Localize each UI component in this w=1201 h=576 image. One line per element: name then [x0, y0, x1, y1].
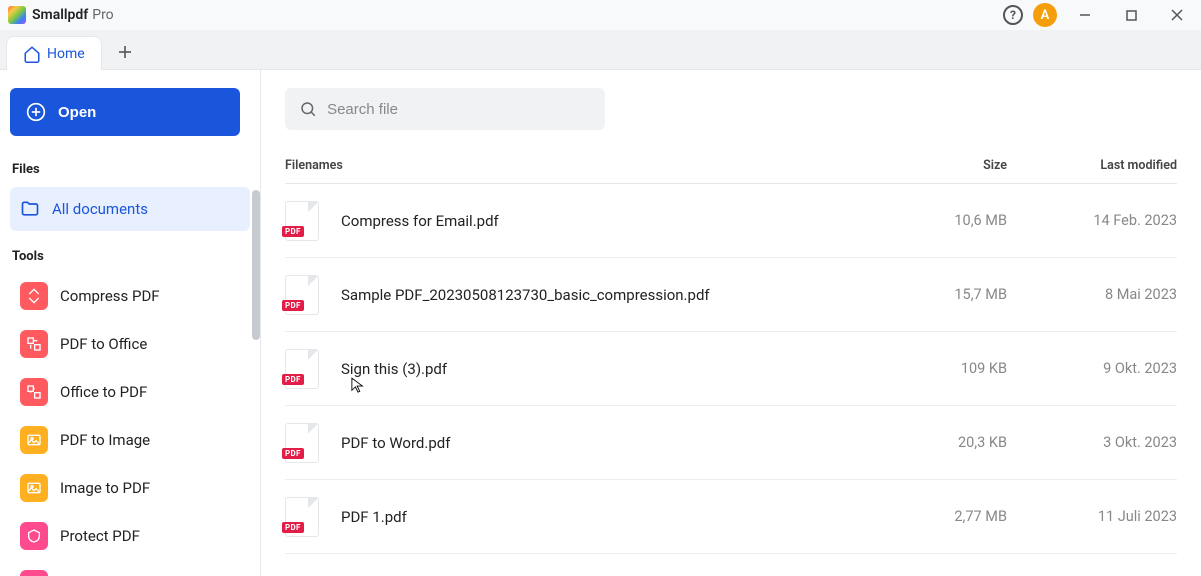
cursor-icon — [351, 376, 365, 396]
search-box[interactable] — [285, 88, 605, 130]
open-button[interactable]: Open — [10, 88, 240, 136]
table-row[interactable]: PDF Sample PDF_20230508123730_basic_comp… — [285, 258, 1177, 332]
tool-label: Office to PDF — [60, 383, 147, 401]
file-date: 14 Feb. 2023 — [1007, 212, 1177, 229]
section-files-label: Files — [10, 158, 250, 187]
compress-icon — [20, 282, 48, 310]
table-row[interactable]: PDF PDF to Word.pdf 20,3 KB 3 Okt. 2023 — [285, 406, 1177, 480]
tool-label: PDF to Office — [60, 335, 147, 353]
file-name: Sample PDF_20230508123730_basic_compress… — [341, 286, 877, 304]
tab-bar: Home — [0, 30, 1201, 70]
app-name: Smallpdf — [32, 7, 88, 23]
unlock-icon — [20, 570, 48, 576]
app-logo-icon — [8, 6, 26, 24]
table-row[interactable]: PDF Compress for Email.pdf 10,6 MB 14 Fe… — [285, 184, 1177, 258]
content-area: Filenames Size Last modified PDF Compres… — [261, 70, 1201, 576]
file-date: 11 Juli 2023 — [1007, 508, 1177, 525]
search-icon — [299, 99, 317, 119]
tab-label: Home — [47, 46, 85, 62]
image-to-pdf-icon — [20, 474, 48, 502]
file-name: Sign this (3).pdf — [341, 360, 877, 378]
pdf-file-icon: PDF — [285, 201, 319, 241]
tool-pdf-to-office[interactable]: PDF to Office — [10, 322, 250, 366]
column-filenames[interactable]: Filenames — [285, 158, 877, 173]
file-size: 10,6 MB — [877, 212, 1007, 229]
column-size[interactable]: Size — [877, 158, 1007, 173]
file-size: 2,77 MB — [877, 508, 1007, 525]
pdf-to-office-icon — [20, 330, 48, 358]
app-edition: Pro — [92, 7, 113, 23]
search-input[interactable] — [327, 101, 591, 118]
file-date: 3 Okt. 2023 — [1007, 434, 1177, 451]
tool-image-to-pdf[interactable]: Image to PDF — [10, 466, 250, 510]
tool-label: Protect PDF — [60, 527, 140, 545]
office-to-pdf-icon — [20, 378, 48, 406]
pdf-to-image-icon — [20, 426, 48, 454]
column-last-modified[interactable]: Last modified — [1007, 158, 1177, 173]
pdf-file-icon: PDF — [285, 275, 319, 315]
window-minimize-button[interactable] — [1067, 1, 1103, 29]
file-size: 20,3 KB — [877, 434, 1007, 451]
file-name: PDF 1.pdf — [341, 508, 877, 526]
sidebar: Open Files All documents Tools Compress … — [0, 70, 261, 576]
sidebar-scrollbar[interactable] — [252, 190, 260, 340]
file-size: 109 KB — [877, 360, 1007, 377]
sidebar-item-label: All documents — [52, 200, 148, 218]
protect-icon — [20, 522, 48, 550]
tool-pdf-to-image[interactable]: PDF to Image — [10, 418, 250, 462]
tab-home[interactable]: Home — [6, 36, 102, 70]
tool-unlock-pdf[interactable]: Unlock PDF — [10, 562, 250, 576]
window-maximize-button[interactable] — [1113, 1, 1149, 29]
pdf-file-icon: PDF — [285, 349, 319, 389]
file-name: PDF to Word.pdf — [341, 434, 877, 452]
table-header: Filenames Size Last modified — [285, 158, 1177, 184]
avatar[interactable]: A — [1033, 3, 1057, 27]
help-icon[interactable]: ? — [1003, 5, 1023, 25]
new-tab-button[interactable] — [108, 35, 142, 69]
app-title: Smallpdf Pro — [32, 7, 114, 23]
open-button-label: Open — [58, 104, 96, 121]
section-tools-label: Tools — [10, 245, 250, 274]
tool-protect-pdf[interactable]: Protect PDF — [10, 514, 250, 558]
pdf-file-icon: PDF — [285, 497, 319, 537]
tool-label: Image to PDF — [60, 479, 150, 497]
sidebar-item-all-documents[interactable]: All documents — [10, 187, 250, 231]
tool-label: Compress PDF — [60, 287, 160, 305]
table-row[interactable]: PDF Sign this (3).pdf 109 KB 9 Okt. 2023 — [285, 332, 1177, 406]
file-date: 8 Mai 2023 — [1007, 286, 1177, 303]
pdf-file-icon: PDF — [285, 423, 319, 463]
table-row[interactable]: PDF PDF 1.pdf 2,77 MB 11 Juli 2023 — [285, 480, 1177, 554]
tool-office-to-pdf[interactable]: Office to PDF — [10, 370, 250, 414]
window-close-button[interactable] — [1159, 1, 1195, 29]
main-area: Open Files All documents Tools Compress … — [0, 70, 1201, 576]
file-date: 9 Okt. 2023 — [1007, 360, 1177, 377]
tool-compress-pdf[interactable]: Compress PDF — [10, 274, 250, 318]
tool-label: PDF to Image — [60, 431, 150, 449]
file-size: 15,7 MB — [877, 286, 1007, 303]
file-name: Compress for Email.pdf — [341, 212, 877, 230]
title-bar: Smallpdf Pro ? A — [0, 0, 1201, 30]
